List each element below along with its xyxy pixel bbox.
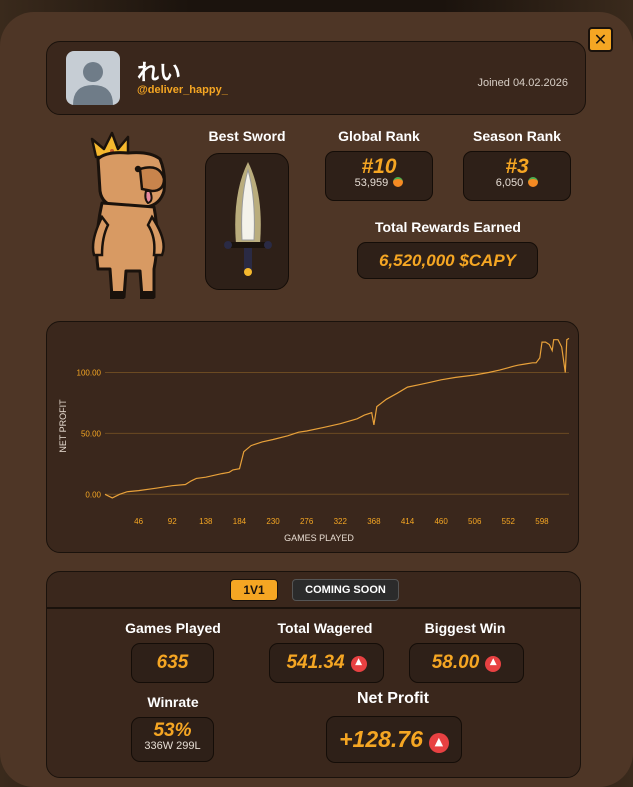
global-rank-card: #10 53,959 [325,151,433,201]
winrate-label: Winrate [147,694,199,710]
x-axis-label: GAMES PLAYED [284,533,354,543]
games-played-card: 635 [131,643,214,683]
biggest-win-card: 58.00 [409,643,524,683]
best-sword-card[interactable] [205,153,289,290]
winrate-value: 53% [153,720,192,741]
avax-icon [350,655,367,672]
best-sword-label: Best Sword [208,128,286,144]
net-profit-card: +128.76 [326,716,462,763]
x-tick-label: 184 [233,517,247,526]
global-rank-value: #10 [361,155,397,178]
biggest-win-label: Biggest Win [424,620,506,636]
tab-1v1[interactable]: 1V1 [230,579,278,601]
winrate-card: 53% 336W 299L [131,717,214,762]
avax-icon [485,655,502,672]
x-tick-label: 368 [367,517,381,526]
x-tick-label: 276 [300,517,314,526]
user-handle: @deliver_happy_ [137,84,228,96]
season-rank-points: 6,050 [495,177,524,189]
y-tick-label: 50.00 [81,429,102,438]
global-rank-points: 53,959 [354,177,389,189]
profile-header: れい @deliver_happy_ Joined 04.02.2026 [46,41,586,115]
capybara-king-mascot [90,131,166,299]
y-tick-label: 0.00 [85,490,101,499]
season-rank-card: #3 6,050 [463,151,571,201]
season-rank-label: Season Rank [473,128,561,144]
profile-modal: ✕ れい @deliver_happy_ Joined 04.02.2026 B… [0,12,633,787]
tab-coming-soon[interactable]: COMING SOON [292,579,399,601]
net-profit-value: +128.76 [339,726,423,752]
x-tick-label: 92 [168,517,177,526]
season-rank-value: #3 [505,155,529,178]
user-avatar-icon [73,62,113,105]
total-wagered-value: 541.34 [286,652,345,673]
biggest-win-value: 58.00 [431,652,480,673]
x-tick-label: 598 [535,517,549,526]
global-rank-label: Global Rank [338,128,420,144]
username: れい [137,61,182,86]
orange-coin-icon [393,177,404,187]
total-wagered-label: Total Wagered [277,620,373,636]
x-tick-label: 414 [401,517,415,526]
y-axis-label: NET PROFIT [58,399,68,453]
x-tick-label: 46 [134,517,143,526]
rewards-label: Total Rewards Earned [374,219,521,235]
joined-date: Joined 04.02.2026 [477,77,568,89]
x-tick-label: 460 [434,517,448,526]
rewards-card: 6,520,000 $CAPY [357,242,538,279]
avatar[interactable] [66,51,120,105]
net-profit-label: Net Profit [357,690,429,707]
total-wagered-card: 541.34 [269,643,384,683]
rewards-value: 6,520,000 $CAPY [378,251,517,270]
x-tick-label: 552 [502,517,516,526]
net-profit-chart: 46 92 138 184 230 276 322 368 414 460 506 552 598 0.… [46,321,579,553]
y-tick-label: 100.00 [77,369,102,378]
x-tick-label: 138 [199,517,213,526]
chart-svg: 46 92 138 184 230 276 322 368 414 460 506 552 598 0.… [58,337,570,543]
x-tick-label: 322 [334,517,348,526]
avax-icon [428,732,449,753]
close-icon: ✕ [593,30,608,49]
games-played-value: 635 [156,652,189,673]
close-button[interactable]: ✕ [588,27,613,52]
x-tick-label: 230 [266,517,280,526]
winrate-record: 336W 299L [144,740,201,752]
x-tick-label: 506 [468,517,482,526]
stats-panel: 1V1 COMING SOON Games Played 635 Total W… [46,571,581,778]
tabs-divider [47,607,580,609]
orange-coin-icon [528,177,539,187]
series-line [104,337,570,499]
sword-icon [224,162,272,276]
games-played-label: Games Played [125,620,221,636]
